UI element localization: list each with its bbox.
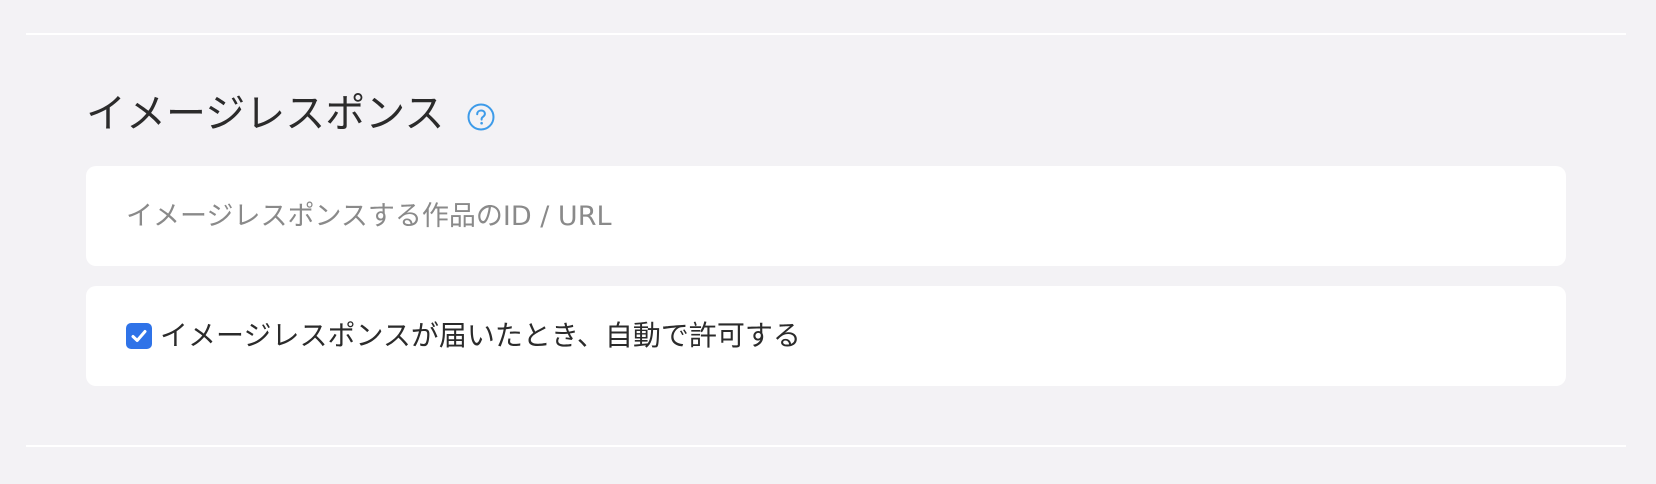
bottom-divider xyxy=(26,445,1626,447)
top-divider xyxy=(26,33,1626,35)
checkmark-icon xyxy=(131,330,147,342)
auto-allow-checkbox[interactable] xyxy=(126,323,152,349)
response-id-card xyxy=(86,166,1566,266)
section-title: イメージレスポンス xyxy=(86,91,445,137)
auto-allow-option[interactable]: イメージレスポンスが届いたとき、自動で許可する xyxy=(126,286,801,386)
response-id-input[interactable] xyxy=(86,166,1566,266)
auto-allow-label: イメージレスポンスが届いたとき、自動で許可する xyxy=(160,319,801,352)
auto-allow-card: イメージレスポンスが届いたとき、自動で許可する xyxy=(86,286,1566,386)
question-circle-icon[interactable] xyxy=(466,102,496,132)
section-header: イメージレスポンス xyxy=(86,86,496,142)
